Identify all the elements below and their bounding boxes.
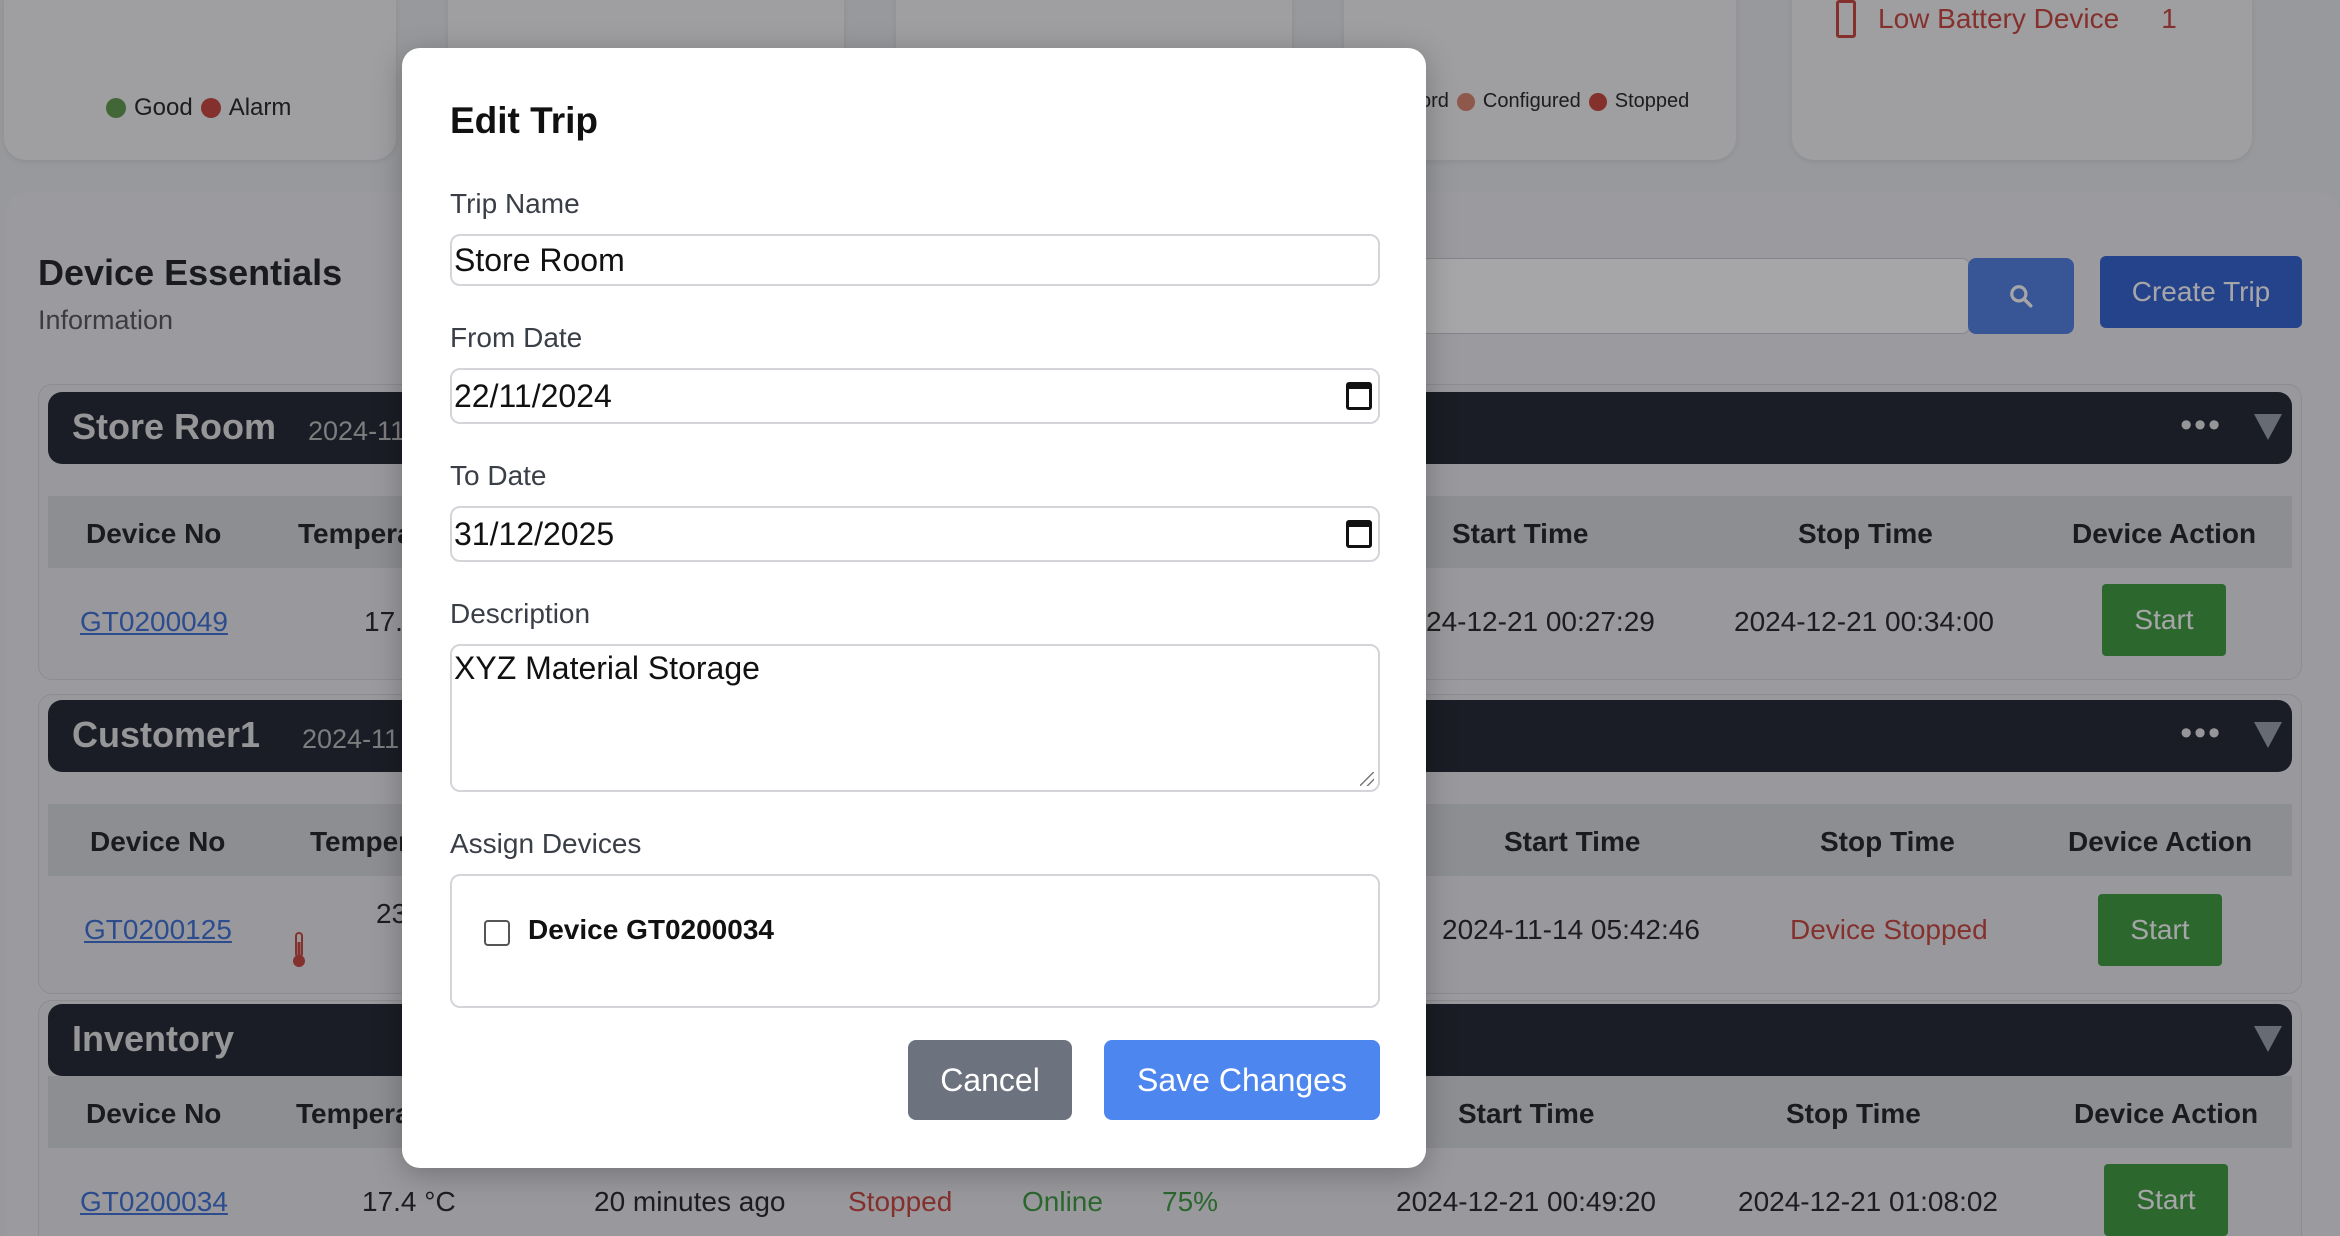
assign-devices-label: Assign Devices	[450, 828, 642, 859]
save-changes-button[interactable]: Save Changes	[1104, 1040, 1380, 1120]
from-date-value: 22/11/2024	[454, 378, 612, 414]
description-label: Description	[450, 598, 591, 629]
to-date-value: 31/12/2025	[454, 516, 615, 552]
modal-title: Edit Trip	[450, 100, 598, 141]
device-checkbox[interactable]	[484, 920, 510, 946]
trip-name-input[interactable]: Store Room	[450, 234, 1380, 286]
description-value: XYZ Material Storage	[454, 650, 760, 686]
trip-name-label: Trip Name	[450, 188, 580, 219]
cancel-button[interactable]: Cancel	[908, 1040, 1072, 1120]
device-option-label[interactable]: Device GT0200034	[528, 914, 774, 946]
description-textarea[interactable]: XYZ Material Storage	[450, 644, 1380, 792]
assign-devices-list: Device GT0200034	[450, 874, 1380, 1008]
to-date-label: To Date	[450, 460, 547, 491]
from-date-label: From Date	[450, 322, 583, 353]
from-date-input[interactable]: 22/11/2024	[450, 368, 1380, 424]
calendar-icon[interactable]	[1346, 520, 1372, 548]
to-date-input[interactable]: 31/12/2025	[450, 506, 1380, 562]
edit-trip-modal: Edit Trip Trip Name Store Room From Date…	[402, 48, 1426, 1168]
resize-handle-icon[interactable]	[1360, 772, 1374, 786]
calendar-icon[interactable]	[1346, 382, 1372, 410]
